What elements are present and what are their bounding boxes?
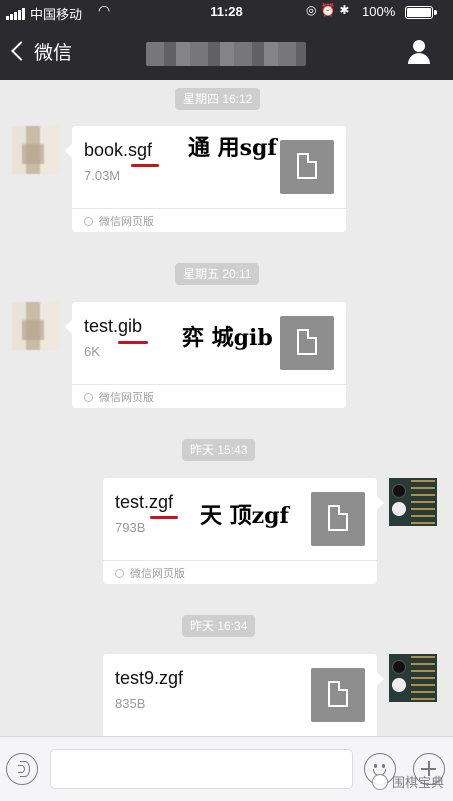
file-message-bubble[interactable]: test.zgf 793B 微信网页版 bbox=[103, 478, 384, 584]
status-bar: 中国移动 ◠ 11:28 ◎⏰✱ 100% bbox=[0, 0, 453, 24]
chat-title-blurred bbox=[146, 42, 306, 66]
status-icons: ◎⏰✱ bbox=[306, 3, 354, 17]
file-name: test9.zgf bbox=[115, 668, 184, 688]
annotation-label: 通 用sgf bbox=[188, 135, 277, 161]
file-size: 835B bbox=[115, 696, 146, 711]
nav-bar: 微信 bbox=[0, 24, 453, 80]
chevron-left-icon bbox=[11, 41, 31, 61]
watermark: 围棋宝典 bbox=[372, 772, 444, 791]
file-icon bbox=[311, 668, 365, 722]
file-message-bubble[interactable]: test9.zgf 835B bbox=[103, 654, 384, 736]
web-client-icon bbox=[84, 216, 93, 226]
file-icon bbox=[311, 492, 365, 546]
battery-icon bbox=[405, 6, 437, 19]
file-name: book.sgf bbox=[84, 140, 153, 160]
back-label: 微信 bbox=[34, 42, 73, 64]
my-avatar[interactable] bbox=[389, 478, 437, 526]
extension-underline bbox=[150, 516, 178, 519]
message-source: 微信网页版 bbox=[84, 389, 154, 405]
message-input[interactable] bbox=[50, 749, 353, 789]
voice-button[interactable] bbox=[6, 753, 38, 785]
input-bar bbox=[0, 736, 453, 801]
profile-icon[interactable] bbox=[406, 38, 432, 66]
timestamp: 星期五 20:11 bbox=[175, 263, 260, 285]
message-source: 微信网页版 bbox=[115, 565, 185, 581]
file-name: test.zgf bbox=[115, 492, 174, 512]
watermark-icon bbox=[372, 773, 388, 790]
file-size: 6K bbox=[84, 344, 100, 359]
timestamp: 昨天 15:43 bbox=[182, 439, 256, 461]
file-size: 793B bbox=[115, 520, 146, 535]
extension-underline bbox=[131, 164, 159, 167]
web-client-icon bbox=[84, 392, 93, 402]
file-icon bbox=[280, 316, 334, 370]
timestamp: 昨天 16:34 bbox=[182, 615, 256, 637]
annotation-label: 弈 城gib bbox=[182, 325, 273, 351]
top-bar: 中国移动 ◠ 11:28 ◎⏰✱ 100% 微信 bbox=[0, 0, 453, 92]
extension-underline bbox=[118, 341, 148, 344]
file-size: 7.03M bbox=[84, 168, 121, 183]
file-name: test.gib bbox=[84, 316, 143, 336]
my-avatar[interactable] bbox=[389, 654, 437, 702]
avatar[interactable] bbox=[12, 302, 60, 350]
annotation-label: 天 顶zgf bbox=[200, 503, 289, 529]
battery-percent: 100% bbox=[362, 4, 396, 19]
back-button[interactable]: 微信 bbox=[8, 36, 72, 66]
file-icon bbox=[280, 140, 334, 194]
file-message-bubble[interactable]: test.gib 6K 微信网页版 bbox=[65, 302, 346, 408]
web-client-icon bbox=[115, 568, 124, 578]
timestamp: 星期四 16:12 bbox=[175, 88, 261, 110]
chat-area[interactable]: 星期四 16:12 book.sgf 7.03M 微信网页版 通 用sgf 星期… bbox=[0, 80, 453, 736]
watermark-text: 围棋宝典 bbox=[392, 775, 445, 790]
avatar[interactable] bbox=[12, 126, 60, 174]
message-source: 微信网页版 bbox=[84, 213, 154, 229]
